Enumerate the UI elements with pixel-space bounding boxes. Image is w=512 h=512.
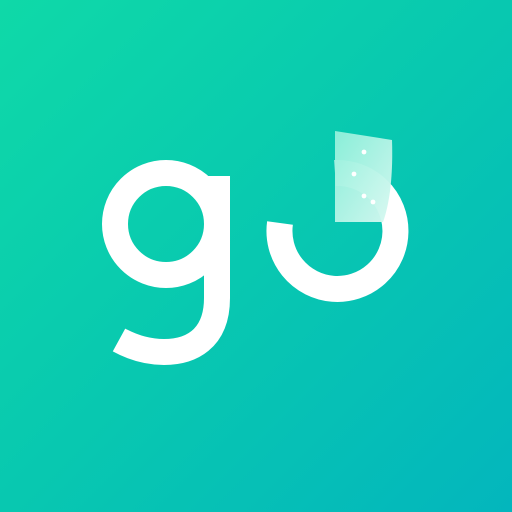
letter-g-bowl (102, 160, 230, 288)
letter-g (102, 160, 230, 366)
go-logo: go (102, 131, 409, 366)
flag-icon (335, 131, 393, 222)
app-icon[interactable]: go (0, 0, 512, 512)
